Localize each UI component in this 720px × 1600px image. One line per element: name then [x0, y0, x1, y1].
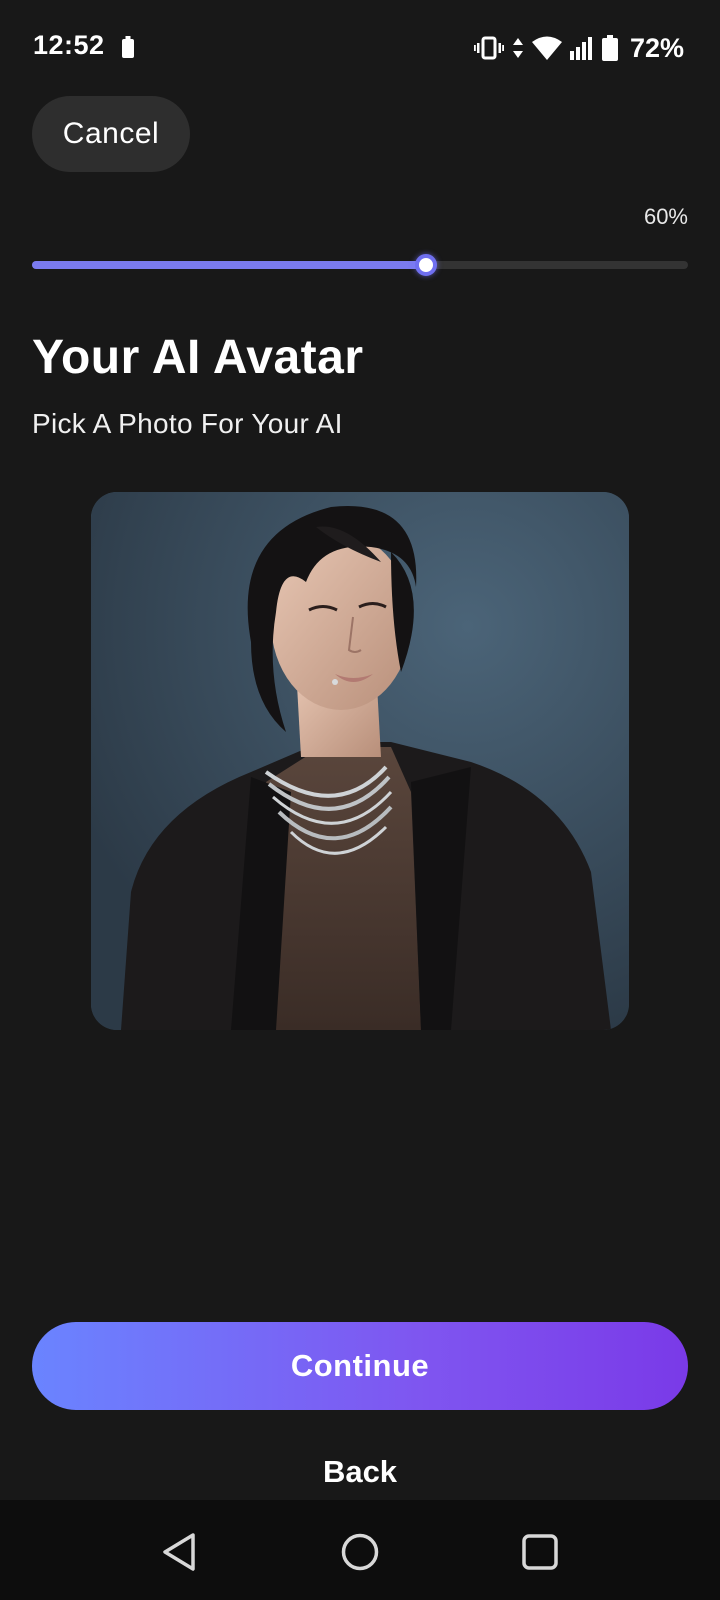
battery-icon	[122, 36, 134, 58]
battery-icon	[601, 35, 618, 61]
status-bar: 12:52 72%	[0, 0, 720, 96]
page-title: Your AI Avatar	[32, 331, 364, 384]
status-icons: 72%	[473, 30, 684, 66]
page-subtitle: Pick A Photo For Your AI	[32, 408, 343, 439]
progress-bar	[32, 254, 688, 276]
avatar-photo[interactable]	[91, 492, 629, 1030]
cancel-button[interactable]: Cancel	[32, 96, 190, 172]
home-circle-icon[interactable]	[338, 1530, 382, 1574]
battery-percent: 72%	[629, 32, 684, 63]
screen: 12:52 72% Cancel 60% Your AI Avatar Pick…	[0, 0, 720, 1600]
wifi-icon	[531, 36, 562, 60]
recents-square-icon[interactable]	[518, 1530, 562, 1574]
vibrate-icon	[473, 36, 504, 60]
data-arrows-icon	[512, 38, 523, 58]
back-button[interactable]: Back	[0, 1454, 720, 1490]
avatar-photo-illustration	[91, 492, 629, 1030]
status-time: 12:52	[33, 30, 105, 60]
progress-percent-label: 60%	[643, 204, 688, 229]
continue-button[interactable]: Continue	[32, 1322, 688, 1410]
back-triangle-icon[interactable]	[157, 1530, 201, 1574]
signal-icon	[569, 37, 592, 60]
progress-fill	[32, 261, 426, 269]
navigation-bar	[0, 1500, 720, 1600]
progress-thumb	[414, 254, 437, 276]
